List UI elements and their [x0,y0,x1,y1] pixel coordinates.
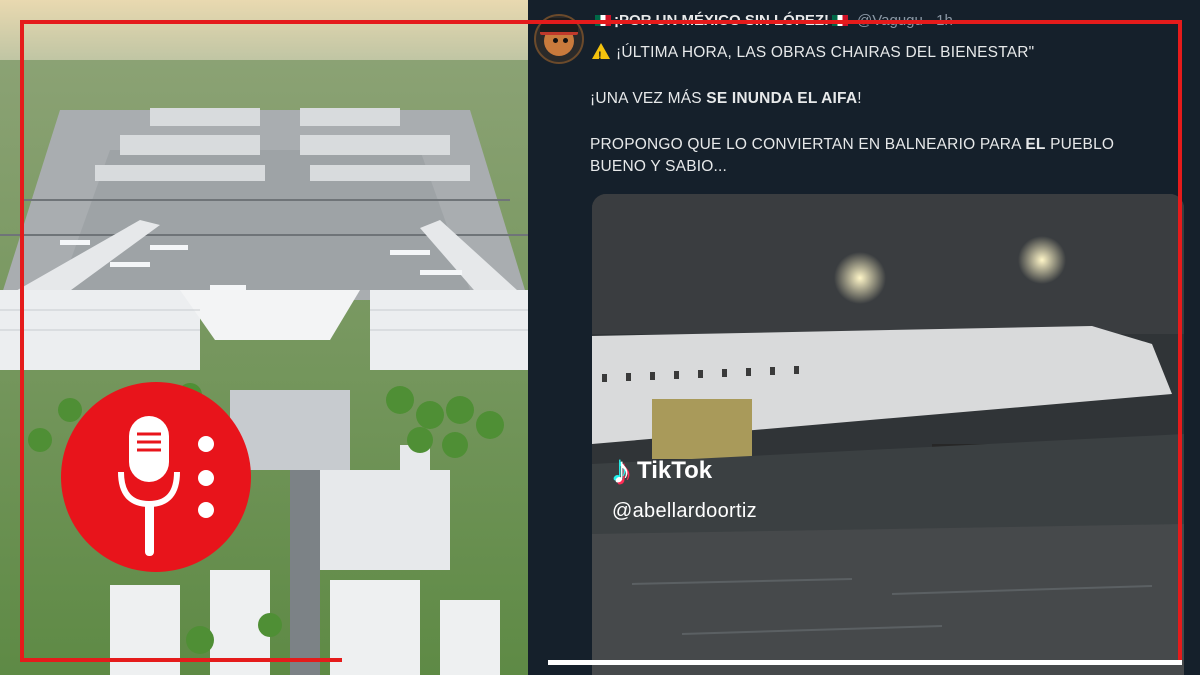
tiktok-watermark: ♪ TikTok @abellardoortiz [612,452,757,523]
white-frame-bottom [548,660,1182,665]
warning-icon [592,43,610,67]
microphone-badge [61,382,251,572]
red-frame-left [20,20,24,662]
tweet-line-3-bold: EL [1025,136,1046,153]
red-frame-right [1178,20,1182,662]
video-embed[interactable]: ♪ TikTok @abellardoortiz [592,194,1184,675]
tweet-line-2: ¡UNA VEZ MÁS SE INUNDA EL AIFA! [590,88,862,110]
airport-aerial-image [0,0,528,675]
tiktok-username: @abellardoortiz [612,500,757,522]
red-frame-top [20,20,1182,24]
tweet-line-2-bold: SE INUNDA EL AIFA [706,90,858,107]
tweet-line-3-pre: PROPONGO QUE LO CONVIERTAN EN BALNEARIO … [590,136,1026,153]
red-frame-bottom [20,658,342,662]
tweet-line-1: ¡ÚLTIMA HORA, LAS OBRAS CHAIRAS DEL BIEN… [590,42,1035,67]
tweet-line-2-pre: ¡UNA VEZ MÁS [590,90,707,107]
tiktok-logo-icon: ♪ [612,450,631,492]
tweet-card: ¡POR UN MÉXICO SIN LÓPEZ!@Vagugu · 1h ¡Ú… [528,0,1200,675]
microphone-icon [118,416,214,556]
tweet-line-1-text: ¡ÚLTIMA HORA, LAS OBRAS CHAIRAS DEL BIEN… [616,44,1035,61]
tweet-line-2-post: ! [857,90,862,107]
tiktok-brand-label: TikTok [637,457,713,484]
tweet-line-3: PROPONGO QUE LO CONVIERTAN EN BALNEARIO … [590,134,1170,178]
